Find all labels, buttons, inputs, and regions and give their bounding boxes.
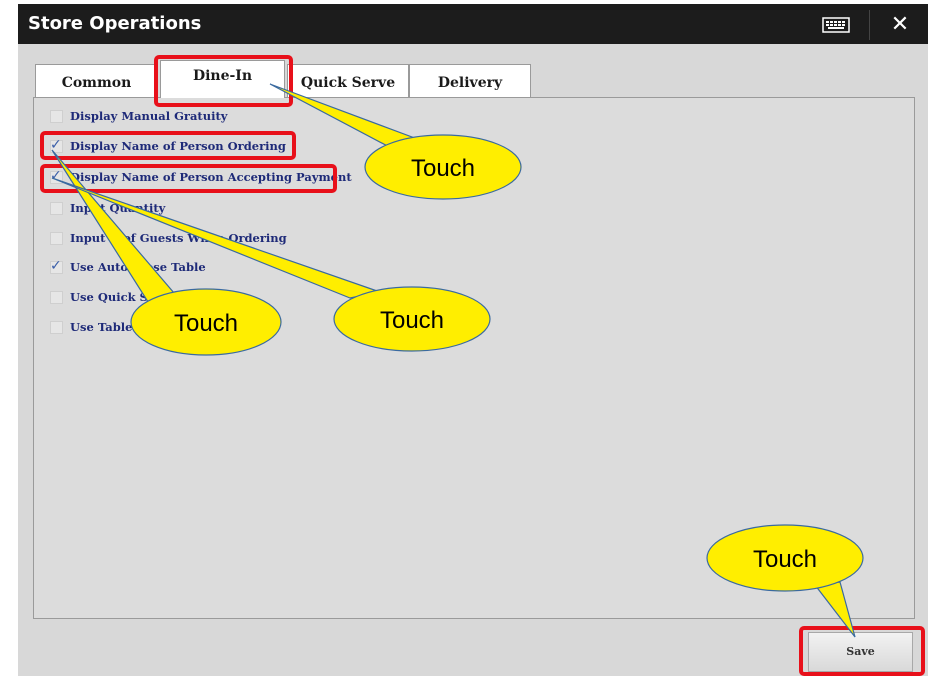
- tab-quick-serve[interactable]: Quick Serve: [287, 64, 409, 98]
- checkbox[interactable]: [50, 231, 63, 245]
- option-label: Use Auto Close Table: [70, 260, 206, 274]
- check-icon: ✓: [50, 257, 62, 274]
- title-divider: [869, 10, 870, 40]
- tab-delivery[interactable]: Delivery: [409, 64, 531, 98]
- option-use-auto-close-table[interactable]: ✓ Use Auto Close Table: [50, 258, 206, 276]
- title-bar: Store Operations ✕: [18, 4, 928, 44]
- close-button[interactable]: ✕: [880, 10, 920, 40]
- keyboard-button[interactable]: [810, 10, 862, 40]
- highlight-save-button: [799, 626, 925, 676]
- window-title: Store Operations: [28, 13, 202, 34]
- option-use-quick-sell[interactable]: Use Quick Sell: [50, 288, 164, 306]
- highlight-option-payment: [40, 164, 337, 193]
- checkbox[interactable]: [50, 201, 63, 215]
- option-label: Use Table: [70, 320, 133, 334]
- option-label: Input Quantity: [70, 201, 166, 215]
- option-label: Input # of Guests When Ordering: [70, 231, 287, 245]
- keyboard-icon: [822, 17, 850, 33]
- checkbox[interactable]: [50, 290, 63, 304]
- highlight-option-ordering: [40, 131, 296, 160]
- tab-label: Dine-In: [192, 68, 253, 84]
- tab-label: Quick Serve: [300, 75, 396, 91]
- option-input-guests[interactable]: Input # of Guests When Ordering: [50, 229, 287, 247]
- option-label: Use Quick Sell: [70, 290, 164, 304]
- checkbox[interactable]: [50, 109, 63, 123]
- checkbox[interactable]: ✓: [50, 257, 63, 274]
- tab-label: Common: [61, 75, 132, 91]
- tab-common[interactable]: Common: [35, 64, 158, 98]
- option-display-manual-gratuity[interactable]: Display Manual Gratuity: [50, 107, 227, 125]
- option-label: Display Manual Gratuity: [70, 109, 228, 123]
- tab-label: Delivery: [437, 75, 503, 91]
- option-input-quantity[interactable]: Input Quantity: [50, 199, 165, 217]
- checkbox[interactable]: [50, 320, 63, 334]
- close-icon: ✕: [890, 12, 910, 37]
- tab-dine-in[interactable]: Dine-In: [160, 60, 285, 98]
- option-use-table[interactable]: Use Table: [50, 318, 132, 336]
